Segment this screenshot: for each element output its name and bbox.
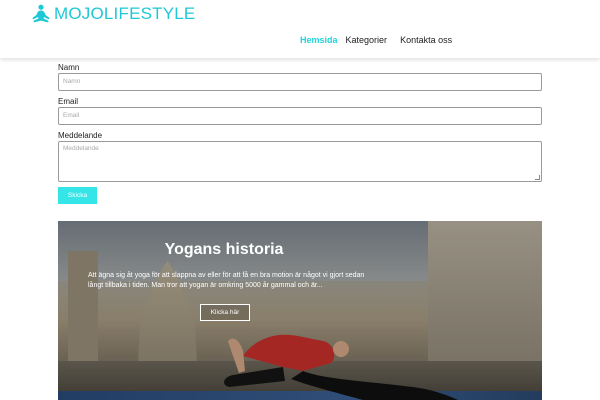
message-label: Meddelande	[58, 131, 103, 140]
name-input[interactable]: Namn	[58, 73, 542, 91]
hero-title: Yogans historia	[164, 241, 284, 258]
nav-item-home[interactable]: Hemsida	[300, 35, 338, 45]
read-more-button[interactable]: Klicka här	[200, 304, 250, 321]
contact-form: Namn Namn Email Email Meddelande Meddela…	[58, 62, 542, 204]
submit-button[interactable]: Skicka	[58, 187, 97, 204]
site-header: MOJOLIFESTYLE Hemsida Kategorier Kontakt…	[0, 0, 600, 58]
logo-text: MOJOLIFESTYLE	[54, 4, 196, 23]
nav-item-categories[interactable]: Kategorier	[346, 35, 388, 45]
email-input[interactable]: Email	[58, 107, 542, 125]
yoga-pose-icon	[32, 4, 50, 23]
resize-handle-icon[interactable]	[535, 175, 540, 180]
nav-item-contact[interactable]: Kontakta oss	[400, 35, 452, 45]
email-label: Email	[58, 97, 79, 106]
site-logo[interactable]: MOJOLIFESTYLE	[31, 4, 195, 24]
message-textarea[interactable]: Meddelande	[58, 141, 542, 182]
hero-text: Att ägna sig åt yoga för att slappna av …	[88, 272, 365, 289]
main-nav: Hemsida Kategorier Kontakta oss	[300, 35, 465, 45]
message-placeholder: Meddelande	[63, 145, 99, 152]
hero-banner: Yogans historia Att ägna sig åt yoga för…	[58, 221, 542, 400]
name-label: Namn	[58, 63, 80, 72]
